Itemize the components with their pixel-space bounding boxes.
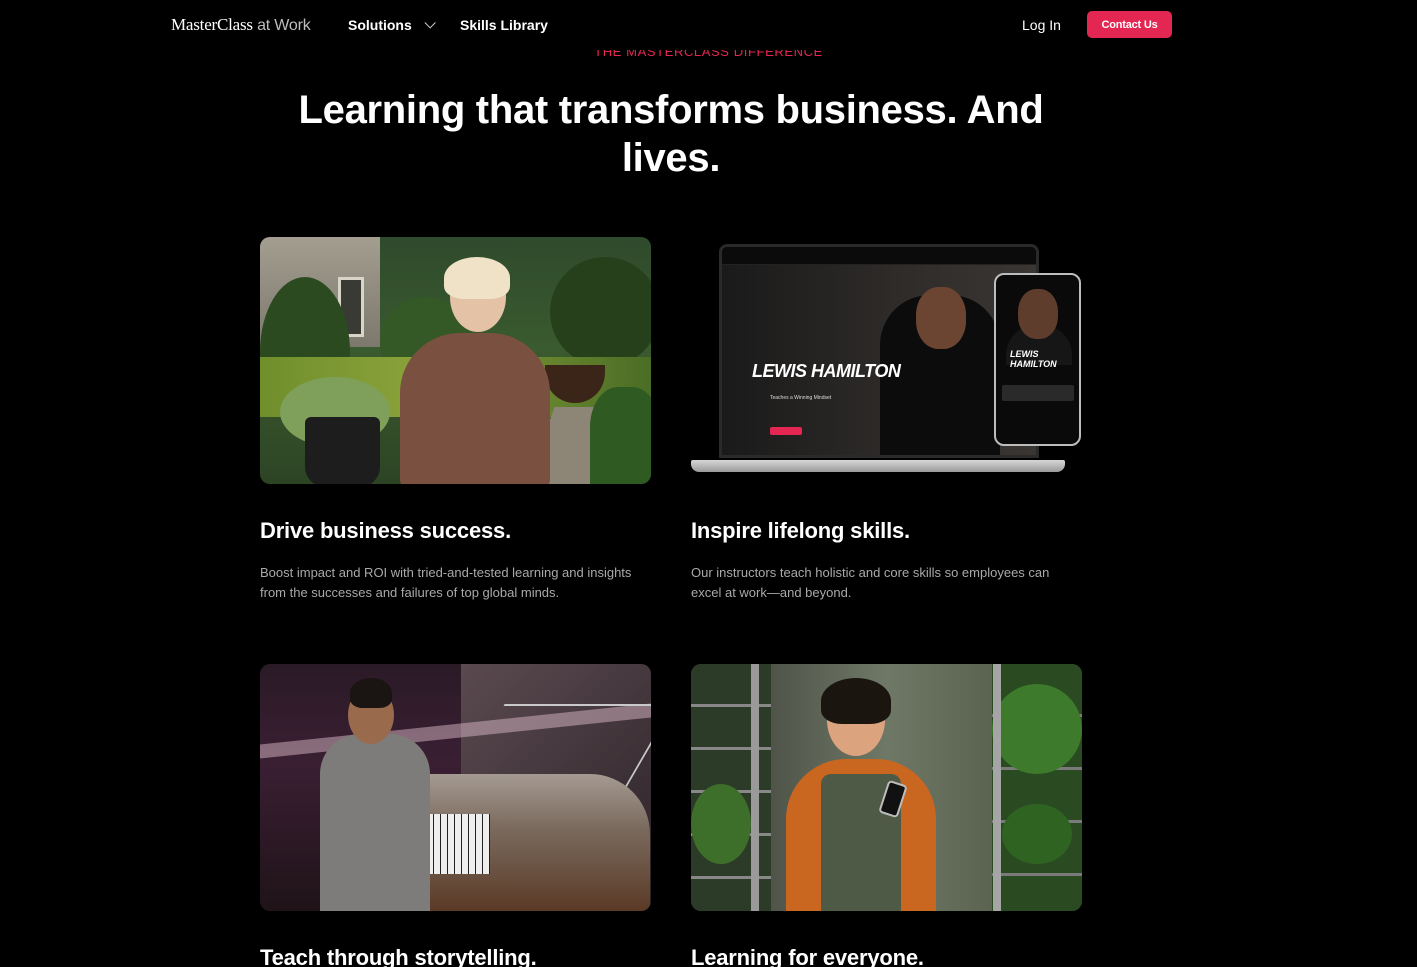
skills-library-label: Skills Library (460, 17, 548, 33)
card-title: Inspire lifelong skills. (691, 518, 910, 543)
masterclass-at-work-logo[interactable]: MasterClass at Work (171, 15, 311, 35)
card-description: Our instructors teach holistic and core … (691, 565, 1050, 600)
card-description: Boost impact and ROI with tried-and-test… (260, 565, 632, 600)
solutions-menu[interactable]: Solutions (348, 17, 436, 33)
card-title: Drive business success. (260, 518, 511, 543)
logo-suffix: at Work (252, 17, 311, 34)
chevron-down-icon (424, 17, 436, 29)
garden-portrait-image (260, 237, 651, 484)
page: MasterClass at Work Solutions Skills Lib… (0, 0, 1417, 967)
laptop-base (691, 460, 1065, 472)
phone-screen: LEWIS HAMILTON (994, 273, 1081, 446)
greenhouse-portrait-image (691, 664, 1082, 911)
piano-portrait-image (260, 664, 651, 911)
skills-library-link[interactable]: Skills Library (460, 17, 548, 33)
card-title: Teach through storytelling. (260, 945, 537, 967)
devices-image: LEWIS HAMILTON Teaches a Winning Mindset… (691, 237, 1082, 484)
laptop-instructor-subtitle: Teaches a Winning Mindset (770, 395, 832, 401)
contact-us-button[interactable]: Contact Us (1087, 11, 1172, 38)
card-title: Learning for everyone. (691, 945, 924, 967)
laptop-instructor-name: LEWIS HAMILTON (752, 361, 901, 381)
solutions-label: Solutions (348, 17, 412, 33)
phone-instructor-name: LEWIS HAMILTON (1010, 349, 1057, 369)
login-link[interactable]: Log In (1022, 17, 1061, 33)
logo-main: MasterClass (171, 15, 253, 34)
section-headline: Learning that transforms business. And l… (298, 88, 1044, 180)
laptop-screen: LEWIS HAMILTON Teaches a Winning Mindset (719, 244, 1039, 458)
top-nav: MasterClass at Work Solutions Skills Lib… (0, 0, 1417, 50)
